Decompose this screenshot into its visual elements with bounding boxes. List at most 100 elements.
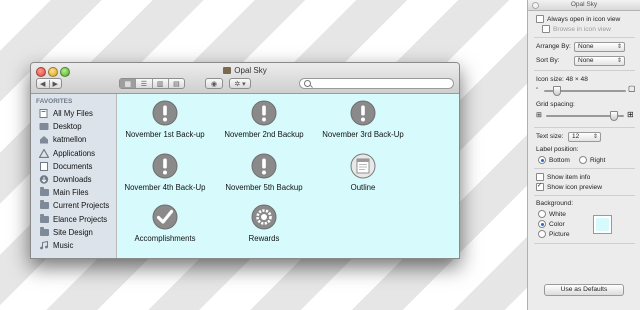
small-icon-size-icon: ▫ [536,86,539,92]
label-position-label: Label position: [536,146,579,153]
column-view-button[interactable]: ▥ [151,79,168,88]
arrange-by-label: Arrange By: [536,43,571,50]
list-view-button[interactable]: ☰ [135,79,151,88]
checkbox-box[interactable] [536,15,544,23]
radio-dot[interactable] [538,210,546,218]
file-item[interactable]: November 1st Back-up [113,100,217,139]
sidebar-item-label: Applications [53,148,96,158]
file-item[interactable]: Rewards [212,204,316,243]
sidebar-item-elance-projects[interactable]: Elance Projects [31,213,116,226]
picture-label: Picture [549,230,570,238]
downloads-icon [39,175,49,184]
sidebar-item-label: katmellon [53,135,87,145]
panel-titlebar: Opal Sky [528,0,640,11]
browse-label: Browse in icon view [553,25,611,33]
sidebar-item-site-design[interactable]: Site Design [31,226,116,239]
desktop-icon [39,122,49,131]
sidebar-item-label: All My Files [53,109,93,119]
divider [534,37,635,38]
sidebar-item-downloads[interactable]: Downloads [31,173,116,186]
white-label: White [549,210,566,218]
search-icon [304,80,311,87]
background-white-radio[interactable]: White [538,210,566,218]
applications-icon [39,148,49,158]
file-name: November 1st Back-up [125,130,205,139]
browse-icon-view-checkbox[interactable]: Browse in icon view [542,25,611,33]
file-name: November 2nd Backup [224,130,304,139]
label-position-right-radio[interactable]: Right [579,156,605,164]
all-files-icon [39,109,49,119]
file-item[interactable]: Outline [311,153,415,192]
folder-icon [39,200,49,210]
search-field[interactable] [299,78,454,89]
file-name: November 4th Back-Up [124,183,206,192]
divider [534,168,635,169]
background-color-swatch[interactable] [593,215,612,234]
sidebar-item-desktop[interactable]: Desktop [31,120,116,133]
sort-by-select[interactable]: None [574,56,625,66]
icon-view-button[interactable]: ▦ [120,79,136,88]
checkbox-box[interactable] [536,173,544,181]
forward-button[interactable]: ▶ [48,79,62,88]
icon-size-slider-knob[interactable] [553,86,561,96]
search-input[interactable] [314,80,444,89]
coverflow-view-button[interactable]: ▤ [167,79,184,88]
file-item[interactable]: November 3rd Back-Up [311,100,415,139]
sidebar-item-label: Downloads [53,175,92,185]
home-icon [39,135,49,144]
radio-dot[interactable] [538,220,546,228]
sidebar-item-label: Elance Projects [53,214,108,224]
sidebar-item-all-my-files[interactable]: All My Files [31,107,116,120]
divider [534,243,635,244]
always-open-checkbox[interactable]: Always open in icon view [536,15,620,23]
always-open-label: Always open in icon view [547,15,621,23]
folder-icon [39,226,49,237]
sidebar-item-katmellon[interactable]: katmellon [31,133,116,146]
window-title: Opal Sky [31,66,459,75]
sidebar-item-label: Music [53,240,74,250]
document-icon [350,153,376,179]
show-item-info-checkbox[interactable]: Show item info [536,173,590,181]
sidebar-heading: FAVORITES [36,98,73,105]
radio-dot[interactable] [579,156,587,164]
file-name: November 3rd Back-Up [322,130,404,139]
grid-spacing-slider-knob[interactable] [610,111,618,121]
file-item[interactable]: November 2nd Backup [212,100,316,139]
show-icon-preview-checkbox[interactable]: Show icon preview [536,182,602,191]
sidebar-item-main-files[interactable]: Main Files [31,186,116,199]
checkbox-box[interactable] [536,182,544,191]
arrange-by-select[interactable]: None [574,42,625,52]
color-label: Color [549,220,565,228]
checkbox-box[interactable] [542,25,550,33]
alert-icon [152,100,178,126]
divider [534,70,635,71]
sidebar-item-documents[interactable]: Documents [31,160,116,173]
radio-dot[interactable] [538,230,546,238]
panel-title: Opal Sky [570,1,598,8]
text-size-select[interactable]: 12 [568,132,601,142]
divider [534,195,635,196]
sidebar-item-current-projects[interactable]: Current Projects [31,199,116,212]
file-name: November 5th Backup [225,183,303,192]
action-menu-button[interactable]: ✲ ▾ [229,78,251,89]
radio-dot[interactable] [538,156,546,164]
folder-icon [39,213,49,224]
file-item[interactable]: Accomplishments [113,204,217,243]
background-color-radio[interactable]: Color [538,220,565,228]
file-item[interactable]: November 4th Back-Up [113,153,217,192]
folder-icon [39,187,49,197]
sidebar-list: All My Files Desktop katmellon Applications… [31,107,116,252]
finder-titlebar: Opal Sky ◀ ▶ ▦ ☰ ▥ ▤ ◉ ✲ ▾ [31,63,459,94]
sidebar-item-applications[interactable]: Applications [31,147,116,160]
quick-look-button[interactable]: ◉ [205,78,223,89]
file-item[interactable]: November 5th Backup [212,153,316,192]
use-as-defaults-button[interactable]: Use as Defaults [544,284,624,296]
sidebar-item-music[interactable]: Music [31,239,116,252]
swatch-fill [596,218,609,231]
panel-close-button[interactable] [532,2,539,9]
large-icon-size-icon: ▢ [628,84,636,93]
label-position-bottom-radio[interactable]: Bottom [538,156,570,164]
back-button[interactable]: ◀ [37,80,49,88]
icon-size-row: Icon size: 48 × 48 [536,76,588,83]
background-picture-radio[interactable]: Picture [538,230,570,238]
